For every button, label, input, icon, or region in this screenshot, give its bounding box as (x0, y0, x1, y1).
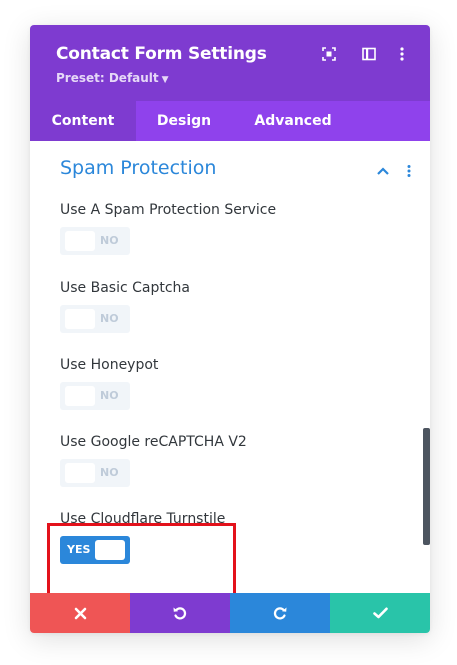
modal-title: Contact Form Settings (56, 44, 267, 64)
modal-header: Contact Form Settings Preset: Default ▼ (30, 25, 430, 101)
field-label-spam-protection-service: Use A Spam Protection Service (60, 202, 277, 218)
caret-down-icon: ▼ (161, 75, 169, 85)
toggle-honeypot[interactable]: NO (60, 382, 130, 410)
redo-button[interactable] (230, 593, 330, 633)
focus-mode-icon[interactable] (320, 45, 338, 63)
redo-icon (273, 607, 287, 620)
section-title[interactable]: Spam Protection (60, 157, 216, 179)
field-label-recaptcha-v2: Use Google reCAPTCHA V2 (60, 434, 247, 450)
toggle-knob (65, 386, 95, 406)
discard-button[interactable] (30, 593, 130, 633)
field-label-honeypot: Use Honeypot (60, 357, 159, 373)
close-icon (74, 607, 86, 619)
toggle-state: NO (100, 312, 119, 325)
undo-icon (173, 607, 187, 620)
field-label-basic-captcha: Use Basic Captcha (60, 280, 190, 296)
toggle-knob (65, 463, 95, 483)
preset-label: Preset: Default (56, 71, 159, 85)
undo-button[interactable] (130, 593, 230, 633)
section-icons-svg (377, 165, 411, 177)
toggle-knob (65, 231, 95, 251)
settings-panel: Spam Protection Use A Spam Protection Se… (30, 141, 430, 607)
chevron-up-icon (377, 167, 389, 175)
scrollbar-thumb[interactable] (423, 428, 430, 545)
more-options-icon (407, 165, 411, 177)
toggle-basic-captcha[interactable]: NO (60, 305, 130, 333)
save-button[interactable] (330, 593, 430, 633)
toggle-state: NO (100, 389, 119, 402)
tab-bar: Content Design Advanced (30, 101, 430, 141)
preset-dropdown[interactable]: Preset: Default ▼ (56, 71, 169, 85)
settings-modal: Contact Form Settings Preset: Default▼ (30, 25, 430, 633)
toggle-recaptcha-v2[interactable]: NO (60, 459, 130, 487)
toggle-spam-protection-service[interactable]: NO (60, 227, 130, 255)
toggle-state: NO (100, 466, 119, 479)
tab-design[interactable]: Design (136, 101, 232, 141)
action-bar (30, 593, 430, 633)
check-icon (372, 607, 388, 619)
split-view-icon[interactable] (360, 45, 378, 63)
toggle-knob (65, 309, 95, 329)
tab-advanced[interactable]: Advanced (232, 101, 354, 141)
more-options-icon[interactable] (393, 45, 411, 63)
tab-content[interactable]: Content (30, 101, 136, 141)
section-controls (376, 163, 412, 182)
toggle-state: NO (100, 234, 119, 247)
